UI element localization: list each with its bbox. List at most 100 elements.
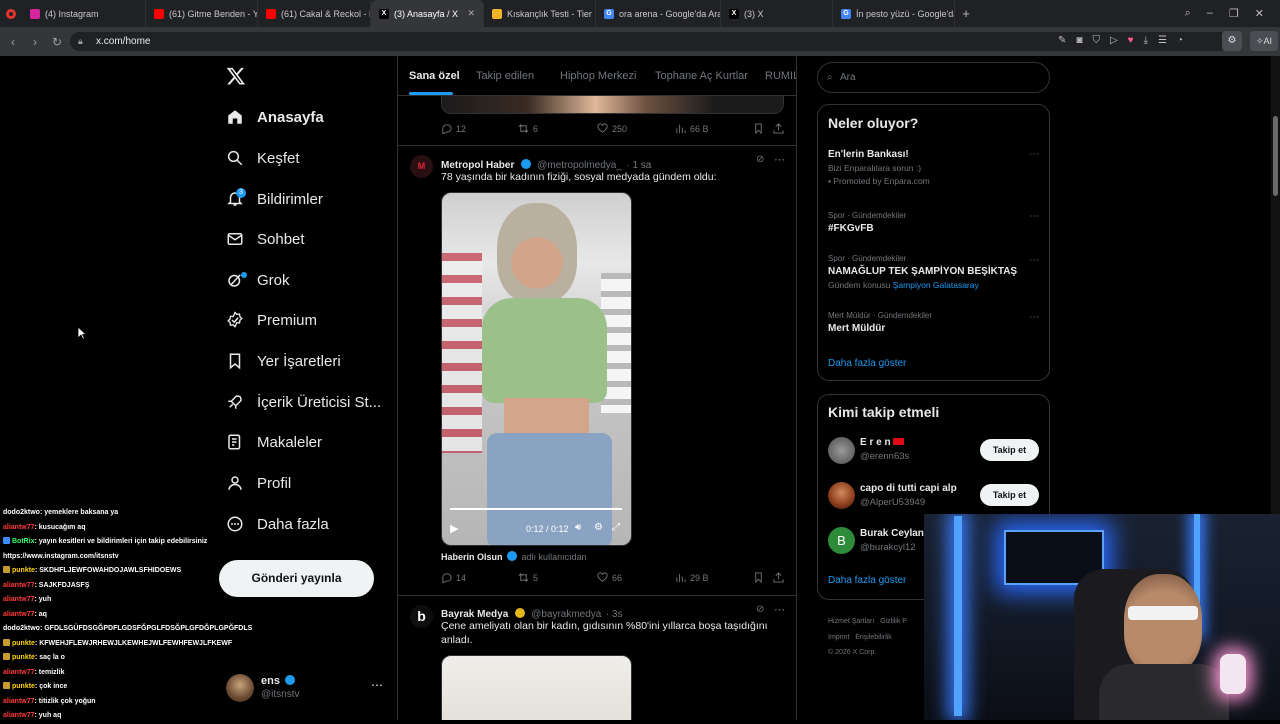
nav-item-mail[interactable]: Sohbet xyxy=(226,230,305,248)
grok-icon[interactable]: ⊘ xyxy=(756,154,764,165)
volume-icon[interactable]: 🔊︎ xyxy=(575,522,581,533)
show-more-link[interactable]: Daha fazla göster xyxy=(828,575,906,586)
browser-tab[interactable]: X (3) Anasayfa / X ✕ xyxy=(371,0,484,27)
camera-icon[interactable]: ◙ xyxy=(1076,35,1082,46)
url-field[interactable]: 🔒︎ x.com/home xyxy=(70,32,1230,51)
tab-hiphop-merkezi[interactable]: Hiphop Merkezi xyxy=(560,70,636,82)
source-name[interactable]: Haberin Olsun xyxy=(441,552,503,562)
maximize-icon[interactable]: ❐ xyxy=(1229,7,1239,20)
tweet-avatar[interactable]: M xyxy=(410,155,433,178)
trend-item[interactable]: Spor · Gündemdekiler #FKGvFB xyxy=(828,211,1038,234)
repost-button[interactable]: 6 xyxy=(518,123,538,134)
footer-link[interactable]: Gizlilik P xyxy=(880,618,907,625)
follow-button[interactable]: Takip et xyxy=(980,439,1039,461)
tweet-video[interactable]: ▶ 0:12 / 0:12 🔊︎ ⚙ ⤢ xyxy=(441,192,632,546)
footer-link[interactable]: Hizmet Şartları xyxy=(828,618,874,625)
suggested-user[interactable]: E r e n @erenn63s xyxy=(860,437,978,462)
browser-tab[interactable]: Kıskançlık Testi - Tier List xyxy=(484,0,596,27)
reply-button[interactable]: 14 xyxy=(441,572,466,583)
browser-tab[interactable]: X (3) X xyxy=(721,0,833,27)
like-button[interactable]: 250 xyxy=(597,123,627,134)
play-icon[interactable]: ▶ xyxy=(450,522,458,535)
bookmark-button[interactable] xyxy=(753,123,768,134)
chat-badge-icon xyxy=(3,566,10,573)
nav-item-bookmark[interactable]: Yer İşaretleri xyxy=(226,352,341,370)
tab-rumil[interactable]: RUMIL xyxy=(765,70,796,82)
browser-menu-icon[interactable] xyxy=(0,0,22,27)
forward-icon[interactable]: › xyxy=(24,35,46,49)
more-icon[interactable]: ⋯ xyxy=(1029,312,1039,323)
tweet-image[interactable] xyxy=(441,655,632,720)
bookmark-button[interactable] xyxy=(753,572,768,583)
views-button[interactable]: 29 B xyxy=(675,572,709,583)
grok-icon[interactable]: ⊘ xyxy=(756,604,764,615)
play-icon[interactable]: ▷ xyxy=(1110,35,1118,46)
settings-icon[interactable]: ⚙ xyxy=(594,522,603,533)
tweet-more-icon[interactable]: ⋯ xyxy=(774,603,785,616)
chat-text: : GFDLSGÜFDSGĞPDFLGDSFĞPGLFDSĞPLGFDĞPLGP… xyxy=(39,625,253,632)
like-button[interactable]: 66 xyxy=(597,572,622,583)
browser-tab[interactable]: (61) Gitme Benden - YouT xyxy=(146,0,258,27)
views-button[interactable]: 66 B xyxy=(675,123,709,134)
browser-tab[interactable]: (61) Cakal & Reckol - Pen xyxy=(258,0,371,27)
new-tab-button[interactable]: + xyxy=(955,6,977,21)
footer-link[interactable]: Imprint xyxy=(828,634,849,641)
nav-item-article[interactable]: Makaleler xyxy=(226,433,322,451)
video-progress-bar[interactable] xyxy=(450,508,622,510)
list-icon[interactable]: ☰ xyxy=(1158,35,1167,46)
promoted-trend[interactable]: En'lerin Bankası! Bizi Enparalılara soru… xyxy=(828,149,1038,186)
ai-button[interactable]: ✧AI xyxy=(1250,31,1278,51)
avatar[interactable] xyxy=(828,482,855,509)
more-icon[interactable]: ⋯ xyxy=(1029,255,1039,266)
more-icon[interactable]: ⋯ xyxy=(1029,211,1039,222)
avatar[interactable] xyxy=(828,437,855,464)
site-info-icon[interactable]: 🔒︎ xyxy=(78,32,83,51)
nav-item-home[interactable]: Anasayfa xyxy=(226,108,324,126)
download-icon[interactable]: ⤓ xyxy=(1144,35,1148,46)
nav-item-rocket[interactable]: İçerik Üreticisi St... xyxy=(226,393,381,411)
search-input[interactable]: ⌕ Ara xyxy=(817,62,1050,93)
trend-link[interactable]: Şampiyon Galatasaray xyxy=(893,280,979,290)
trend-item[interactable]: Mert Müldür · Gündemdekiler Mert Müldür xyxy=(828,311,1038,334)
heart-icon[interactable]: ♥ xyxy=(1128,35,1134,46)
share-button[interactable] xyxy=(773,572,788,583)
nav-item-grok[interactable]: Grok xyxy=(226,271,290,289)
footer-link[interactable]: Erişilebilirlik xyxy=(855,634,892,641)
back-icon[interactable]: ‹ xyxy=(2,35,24,49)
reply-count: 14 xyxy=(456,572,467,583)
tweet-more-icon[interactable]: ⋯ xyxy=(774,153,785,166)
close-tab-icon[interactable]: ✕ xyxy=(461,8,475,19)
avatar[interactable]: B xyxy=(828,527,855,554)
tweet-avatar[interactable]: b xyxy=(410,605,433,628)
nav-item-premium[interactable]: Premium xyxy=(226,311,317,329)
trend-item[interactable]: Spor · Gündemdekiler NAMAĞLUP TEK ŞAMPİY… xyxy=(828,254,1038,290)
share-button[interactable] xyxy=(773,123,788,134)
scrollbar-thumb[interactable] xyxy=(1273,116,1278,196)
follow-button[interactable]: Takip et xyxy=(980,484,1039,506)
tab-for-you[interactable]: Sana özel xyxy=(409,70,460,82)
tab-following[interactable]: Takip edilen xyxy=(476,70,534,82)
search-tabs-icon[interactable]: ⌕ xyxy=(1185,7,1191,20)
show-more-link[interactable]: Daha fazla göster xyxy=(828,358,906,369)
browser-tab[interactable]: (4) Instagram xyxy=(22,0,146,27)
browser-tab[interactable]: Gora arena - Google'da Ara xyxy=(596,0,721,27)
reload-icon[interactable]: ↻ xyxy=(46,35,68,49)
extension-icon[interactable]: ⚙ xyxy=(1222,31,1242,51)
x-logo[interactable] xyxy=(226,66,246,88)
more-icon[interactable]: ⋯ xyxy=(371,678,383,692)
nav-item-search[interactable]: Keşfet xyxy=(226,149,300,167)
nav-item-profile[interactable]: Profil xyxy=(226,474,291,492)
reply-button[interactable]: 12 xyxy=(441,123,466,134)
minimize-icon[interactable]: – xyxy=(1207,7,1213,20)
browser-tab[interactable]: G İn pesto yüzü - Google'da xyxy=(833,0,955,27)
edit-icon[interactable]: ✎ xyxy=(1058,35,1066,46)
previous-tweet-image[interactable] xyxy=(441,96,784,114)
repost-button[interactable]: 5 xyxy=(518,572,538,583)
close-window-icon[interactable]: ✕ xyxy=(1255,7,1264,20)
suggested-user[interactable]: capo di tutti capi alp @AlperU53949 xyxy=(860,483,978,508)
profile-icon-browser[interactable]: ◔ xyxy=(1177,35,1183,46)
fullscreen-icon[interactable]: ⤢ xyxy=(612,522,620,533)
more-icon[interactable]: ⋯ xyxy=(1029,149,1039,160)
tab-tophane[interactable]: Tophane Aç Kurtlar xyxy=(655,70,748,82)
shield-icon[interactable]: ⛉ xyxy=(1092,35,1100,46)
